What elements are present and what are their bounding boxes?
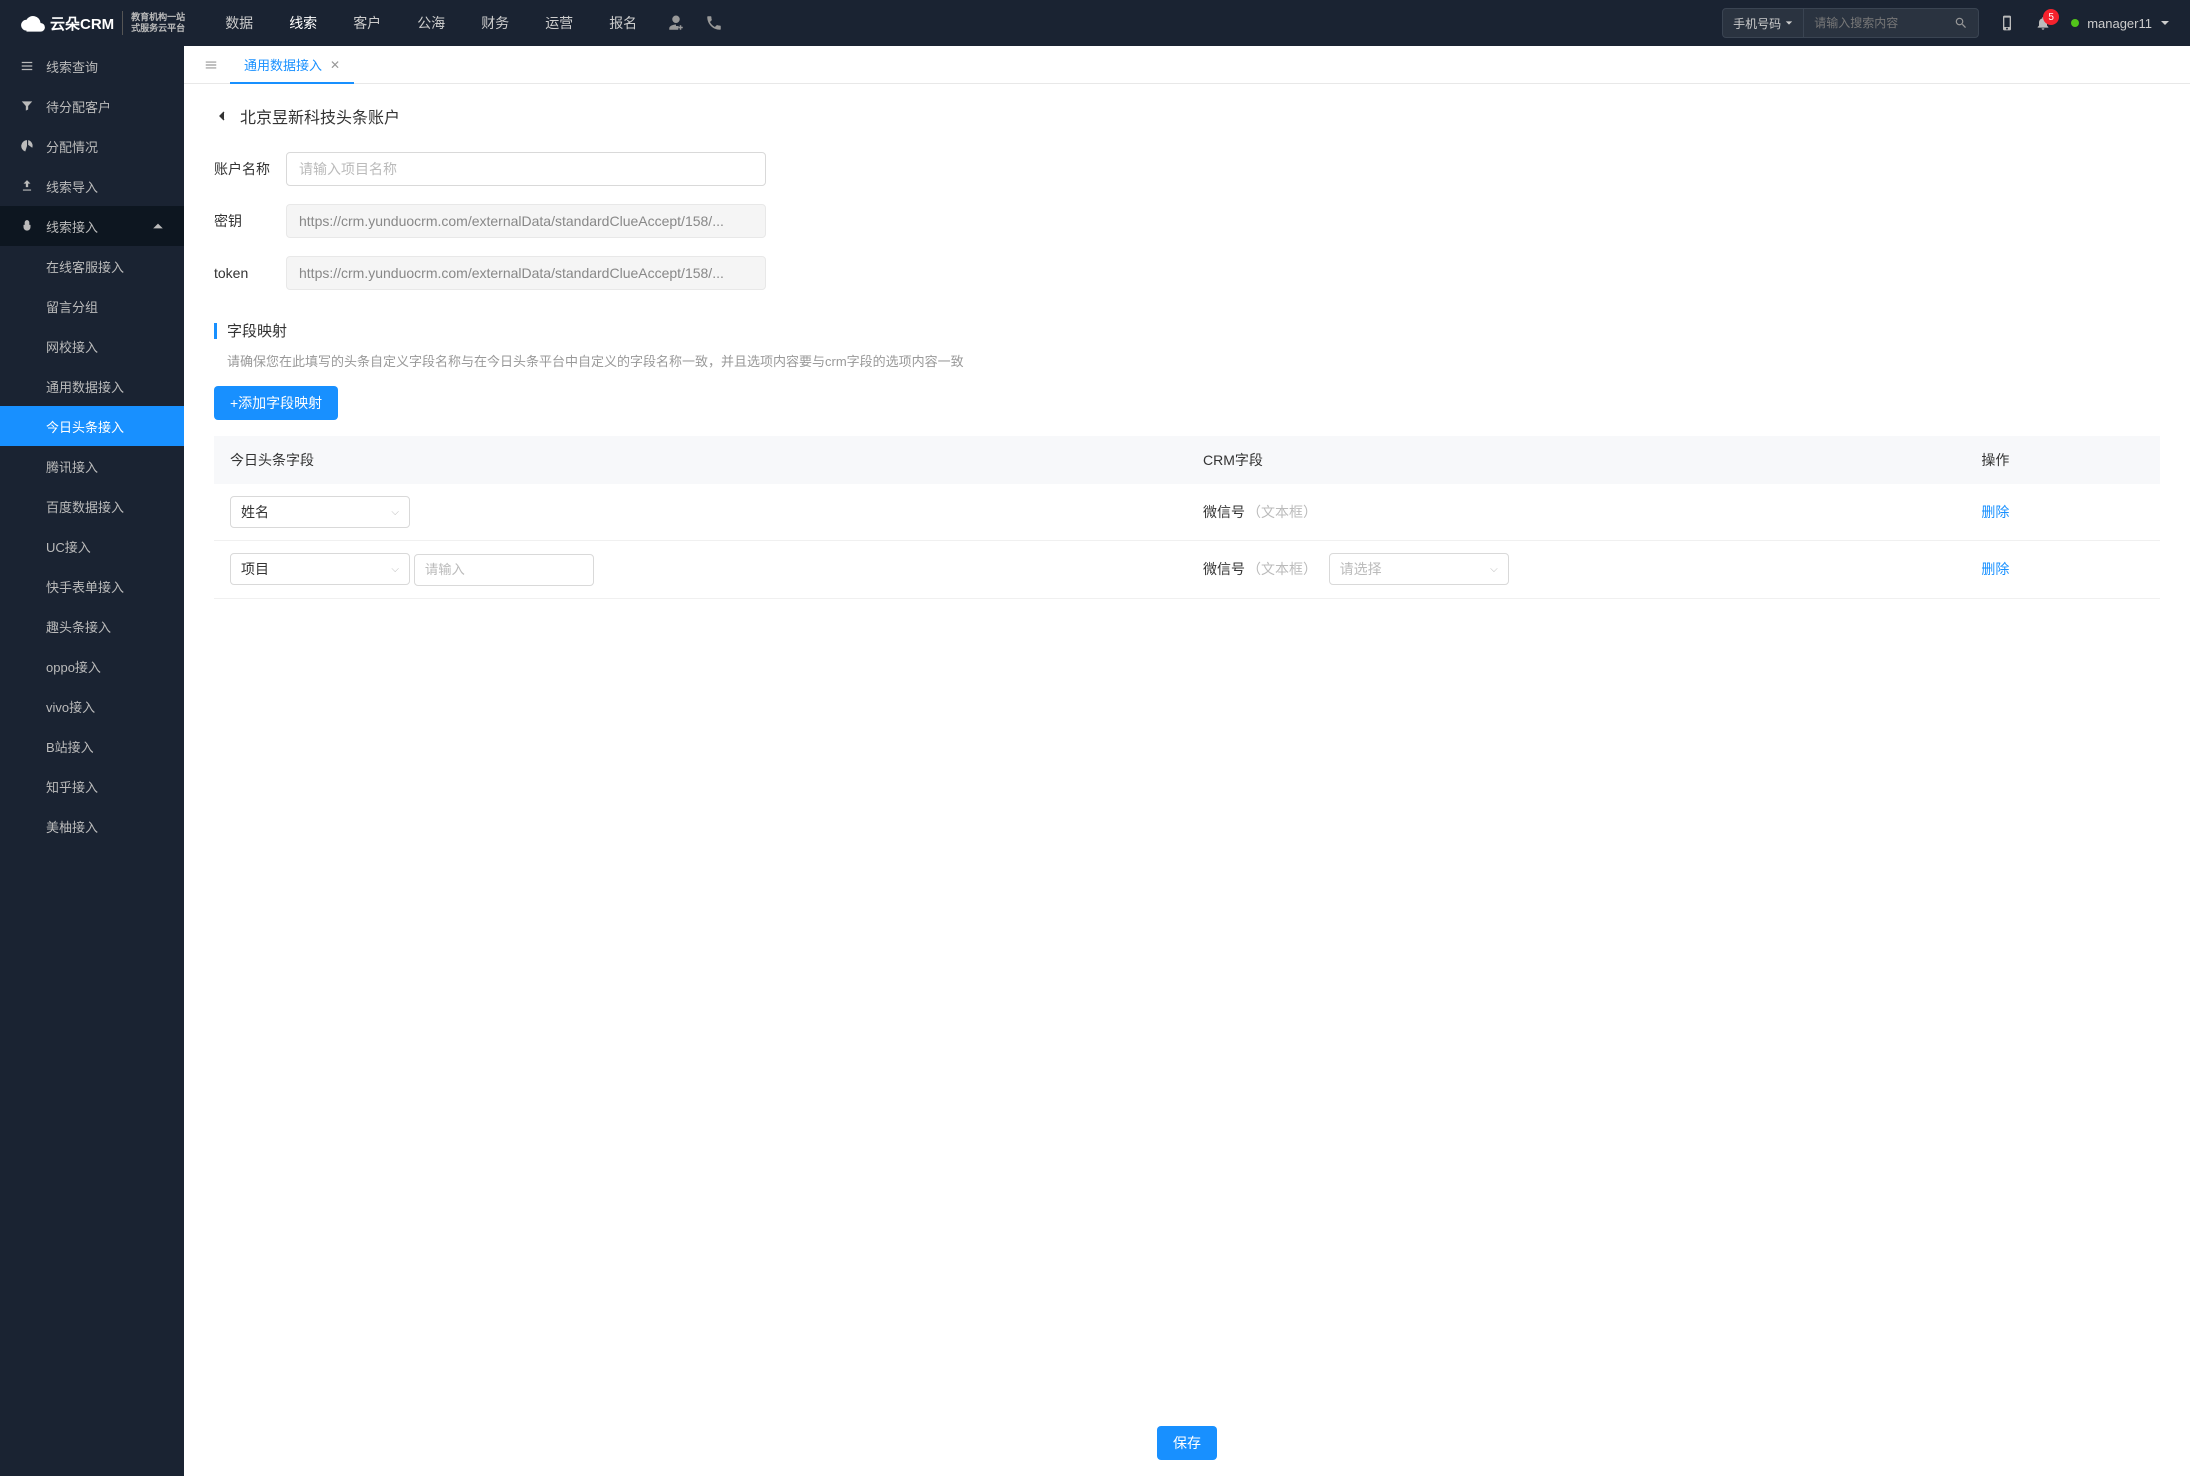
nav-item[interactable]: 线索 <box>289 13 317 33</box>
user-name: manager11 <box>2087 16 2152 31</box>
nav-item[interactable]: 报名 <box>609 13 637 33</box>
chevron-down-icon: ⌵ <box>391 564 399 575</box>
section-title: 字段映射 <box>214 320 2160 341</box>
search-box: 手机号码 <box>1722 8 1979 38</box>
save-button[interactable]: 保存 <box>1157 1426 1217 1460</box>
mapping-table: 今日头条字段 CRM字段 操作 姓名⌵微信号（文本框）删除项目⌵ 微信号（文本框… <box>214 436 2160 599</box>
add-mapping-button[interactable]: +添加字段映射 <box>214 386 338 420</box>
tt-field-select[interactable]: 项目⌵ <box>230 553 410 585</box>
chevron-down-icon <box>1785 19 1793 27</box>
mobile-icon[interactable] <box>1999 15 2015 31</box>
sidebar-subitem[interactable]: 网校接入 <box>0 326 184 366</box>
nav-item[interactable]: 财务 <box>481 13 509 33</box>
chevron-up-icon <box>152 220 164 232</box>
sidebar-subitem[interactable]: vivo接入 <box>0 686 184 726</box>
sidebar-item[interactable]: 待分配客户 <box>0 86 184 126</box>
table-row: 姓名⌵ 微信号（文本框） 删除 <box>214 484 2160 541</box>
search-icon <box>1954 16 1968 30</box>
logo[interactable]: 云朵CRM 教育机构一站式服务云平台 <box>20 10 185 36</box>
secret-input[interactable] <box>286 204 766 238</box>
th-crm-field: CRM字段 <box>1187 436 1965 484</box>
sidebar-subitem[interactable]: 知乎接入 <box>0 766 184 806</box>
content: 北京昱新科技头条账户 账户名称 密钥 token 字段映射 请确保您在此填写的头… <box>184 84 2190 1410</box>
top-header: 云朵CRM 教育机构一站式服务云平台 数据 线索 客户 公海 财务 运营 报名 手机号码 5 <box>0 0 2190 46</box>
crm-field-name: 微信号 <box>1203 504 1245 520</box>
search-filter-select[interactable]: 手机号码 <box>1723 9 1804 37</box>
sidebar-subitem[interactable]: 留言分组 <box>0 286 184 326</box>
sidebar-subitem[interactable]: 百度数据接入 <box>0 486 184 526</box>
tabs: 通用数据接入✕ <box>184 46 2190 84</box>
sidebar-icon <box>20 59 34 73</box>
nav-extra-icons <box>667 14 723 32</box>
section-desc: 请确保您在此填写的头条自定义字段名称与在今日头条平台中自定义的字段名称一致，并且… <box>214 351 2160 370</box>
token-label: token <box>214 265 286 281</box>
delete-button[interactable]: 删除 <box>1981 559 2009 579</box>
account-name-label: 账户名称 <box>214 159 286 179</box>
section-bar <box>214 323 217 339</box>
sidebar-icon <box>20 179 34 193</box>
sidebar-subitem[interactable]: B站接入 <box>0 726 184 766</box>
sidebar-item[interactable]: 线索接入 <box>0 206 184 246</box>
sidebar-subitem[interactable]: oppo接入 <box>0 646 184 686</box>
sidebar-item[interactable]: 线索导入 <box>0 166 184 206</box>
delete-button[interactable]: 删除 <box>1981 502 2009 522</box>
tt-custom-input[interactable] <box>414 554 594 586</box>
sidebar-item[interactable]: 线索查询 <box>0 46 184 86</box>
sidebar-icon <box>20 219 34 233</box>
sidebar-subitem[interactable]: 通用数据接入 <box>0 366 184 406</box>
chevron-down-icon <box>2160 18 2170 28</box>
nav-item[interactable]: 客户 <box>353 13 381 33</box>
sidebar-icon <box>20 99 34 113</box>
tt-field-select[interactable]: 姓名⌵ <box>230 496 410 528</box>
sidebar-subitem[interactable]: 在线客服接入 <box>0 246 184 286</box>
chevron-down-icon: ⌵ <box>1490 564 1498 575</box>
search-button[interactable] <box>1944 16 1978 30</box>
status-dot <box>2071 19 2079 27</box>
nav-item[interactable]: 数据 <box>225 13 253 33</box>
header-right: 手机号码 5 manager11 <box>1722 8 2170 38</box>
account-name-input[interactable] <box>286 152 766 186</box>
breadcrumb: 北京昱新科技头条账户 <box>214 104 2160 128</box>
main: 通用数据接入✕ 北京昱新科技头条账户 账户名称 密钥 token <box>184 46 2190 1476</box>
top-nav: 数据 线索 客户 公海 财务 运营 报名 <box>225 13 637 33</box>
sidebar-icon <box>20 139 34 153</box>
page-title: 北京昱新科技头条账户 <box>240 104 400 128</box>
user-menu[interactable]: manager11 <box>2071 16 2170 31</box>
sidebar: 线索查询待分配客户分配情况线索导入线索接入在线客服接入留言分组网校接入通用数据接… <box>0 46 184 1476</box>
tab-close-icon[interactable]: ✕ <box>330 58 340 72</box>
sidebar-subitem[interactable]: 腾讯接入 <box>0 446 184 486</box>
sidebar-item[interactable]: 分配情况 <box>0 126 184 166</box>
token-input[interactable] <box>286 256 766 290</box>
th-action: 操作 <box>1965 436 2160 484</box>
back-button[interactable] <box>214 108 230 124</box>
secret-label: 密钥 <box>214 211 286 231</box>
nav-item[interactable]: 运营 <box>545 13 573 33</box>
phone-icon[interactable] <box>705 14 723 32</box>
sidebar-subitem[interactable]: UC接入 <box>0 526 184 566</box>
notification-badge: 5 <box>2043 9 2059 25</box>
footer: 保存 <box>184 1410 2190 1476</box>
cloud-icon <box>20 10 46 36</box>
fold-sidebar-button[interactable] <box>192 58 230 72</box>
table-row: 项目⌵ 微信号（文本框） 请选择⌵ 删除 <box>214 541 2160 599</box>
crm-field-name: 微信号 <box>1203 561 1245 577</box>
nav-item[interactable]: 公海 <box>417 13 445 33</box>
crm-field-type: （文本框） <box>1247 504 1317 520</box>
sidebar-subitem[interactable]: 趣头条接入 <box>0 606 184 646</box>
sidebar-subitem[interactable]: 美柚接入 <box>0 806 184 846</box>
th-tt-field: 今日头条字段 <box>214 436 1187 484</box>
notification-bell[interactable]: 5 <box>2035 15 2051 31</box>
tab[interactable]: 通用数据接入✕ <box>230 46 354 84</box>
chevron-down-icon: ⌵ <box>391 507 399 518</box>
user-add-icon[interactable] <box>667 14 685 32</box>
sidebar-subitem[interactable]: 今日头条接入 <box>0 406 184 446</box>
crm-field-select[interactable]: 请选择⌵ <box>1329 553 1509 585</box>
logo-brand: 云朵CRM 教育机构一站式服务云平台 <box>50 11 185 35</box>
sidebar-subitem[interactable]: 快手表单接入 <box>0 566 184 606</box>
crm-field-type: （文本框） <box>1247 561 1317 577</box>
search-input[interactable] <box>1804 16 1944 30</box>
